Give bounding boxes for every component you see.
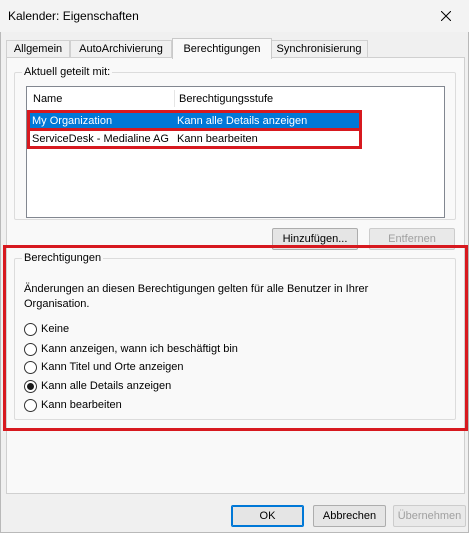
radio-button[interactable] [24, 379, 37, 393]
cancel-button[interactable]: Abbrechen [313, 505, 386, 527]
radio-label: Kann bearbeiten [41, 399, 122, 411]
tab-autoarchivierung[interactable]: AutoArchivierung [70, 40, 172, 58]
radio-label: Kann anzeigen, wann ich beschäftigt bin [41, 343, 238, 355]
radio-edit[interactable]: Kann bearbeiten [24, 397, 122, 413]
close-button[interactable] [423, 0, 469, 31]
shared-with-label: Aktuell geteilt mit: [22, 66, 113, 78]
list-row-my-organization[interactable]: My Organization Kann alle Details anzeig… [30, 113, 359, 129]
radio-button[interactable] [24, 398, 37, 412]
radio-keine[interactable]: Keine [24, 321, 69, 337]
column-separator[interactable] [174, 90, 175, 107]
radio-button[interactable] [24, 342, 37, 356]
radio-title-location[interactable]: Kann Titel und Orte anzeigen [24, 359, 183, 375]
add-button[interactable]: Hinzufügen... [272, 228, 358, 250]
tab-allgemein[interactable]: Allgemein [6, 40, 70, 58]
row-name: ServiceDesk - Medialine AG [32, 133, 169, 145]
row-level: Kann bearbeiten [177, 133, 258, 145]
shared-with-list[interactable]: Name Berechtigungsstufe My Organization … [26, 86, 445, 218]
radio-all-details[interactable]: Kann alle Details anzeigen [24, 378, 171, 394]
column-header-level[interactable]: Berechtigungsstufe [179, 93, 273, 105]
ok-button[interactable]: OK [231, 505, 304, 527]
column-header-name[interactable]: Name [33, 93, 62, 105]
list-row-servicedesk[interactable]: ServiceDesk - Medialine AG Kann bearbeit… [30, 131, 359, 147]
radio-label: Keine [41, 323, 70, 335]
apply-button[interactable]: Übernehmen [393, 505, 466, 527]
row-level: Kann alle Details anzeigen [177, 115, 308, 127]
remove-button[interactable]: Entfernen [369, 228, 455, 250]
radio-busy-only[interactable]: Kann anzeigen, wann ich beschäftigt bin [24, 341, 238, 357]
tab-synchronisierung[interactable]: Synchronisierung [270, 40, 368, 58]
permissions-info-text: Änderungen an diesen Berechtigungen gelt… [24, 283, 369, 310]
tab-berechtigungen[interactable]: Berechtigungen [172, 38, 272, 59]
list-header: Name Berechtigungsstufe [27, 87, 444, 109]
radio-label: Kann alle Details anzeigen [41, 380, 172, 392]
radio-button[interactable] [24, 360, 37, 374]
row-name: My Organization [32, 115, 113, 127]
close-icon [441, 10, 451, 21]
title-bar: Kalender: Eigenschaften [0, 0, 469, 32]
radio-label: Kann Titel und Orte anzeigen [41, 361, 184, 373]
window-title: Kalender: Eigenschaften [8, 9, 139, 23]
radio-button[interactable] [24, 322, 37, 336]
permissions-label: Berechtigungen [22, 252, 104, 264]
